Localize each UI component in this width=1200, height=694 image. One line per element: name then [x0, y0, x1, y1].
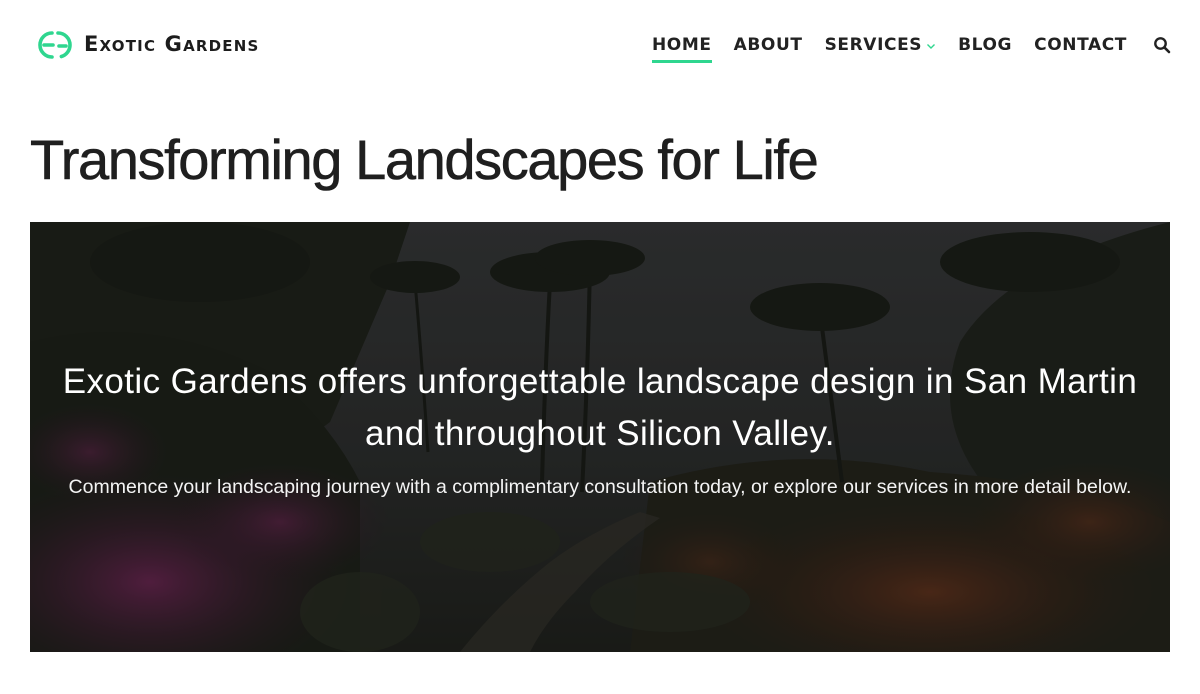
hero-subtext: Commence your landscaping journey with a… [68, 476, 1132, 498]
site-logo-link[interactable]: Exotic Gardens [38, 28, 260, 62]
page-title: Transforming Landscapes for Life [30, 128, 819, 192]
nav-item-services-label: SERVICES [824, 35, 923, 55]
site-header: Exotic Gardens HOME ABOUT SERVICES BLOG … [0, 0, 1200, 90]
site-name: Exotic Gardens [84, 31, 260, 56]
nav-item-contact[interactable]: CONTACT [1034, 33, 1127, 57]
eg-monogram-icon [38, 31, 72, 59]
nav-item-services[interactable]: SERVICES [825, 33, 937, 57]
nav-item-about[interactable]: ABOUT [734, 33, 803, 57]
nav-item-home[interactable]: HOME [651, 33, 712, 63]
hero-heading: Exotic Gardens offers unforgettable land… [62, 362, 1138, 453]
nav-item-blog[interactable]: BLOG [958, 33, 1012, 57]
search-icon[interactable] [1153, 36, 1171, 54]
hero-banner: Exotic Gardens offers unforgettable land… [30, 222, 1170, 652]
chevron-down-icon [927, 44, 936, 49]
main-nav: HOME ABOUT SERVICES BLOG CONTACT [651, 33, 1171, 63]
